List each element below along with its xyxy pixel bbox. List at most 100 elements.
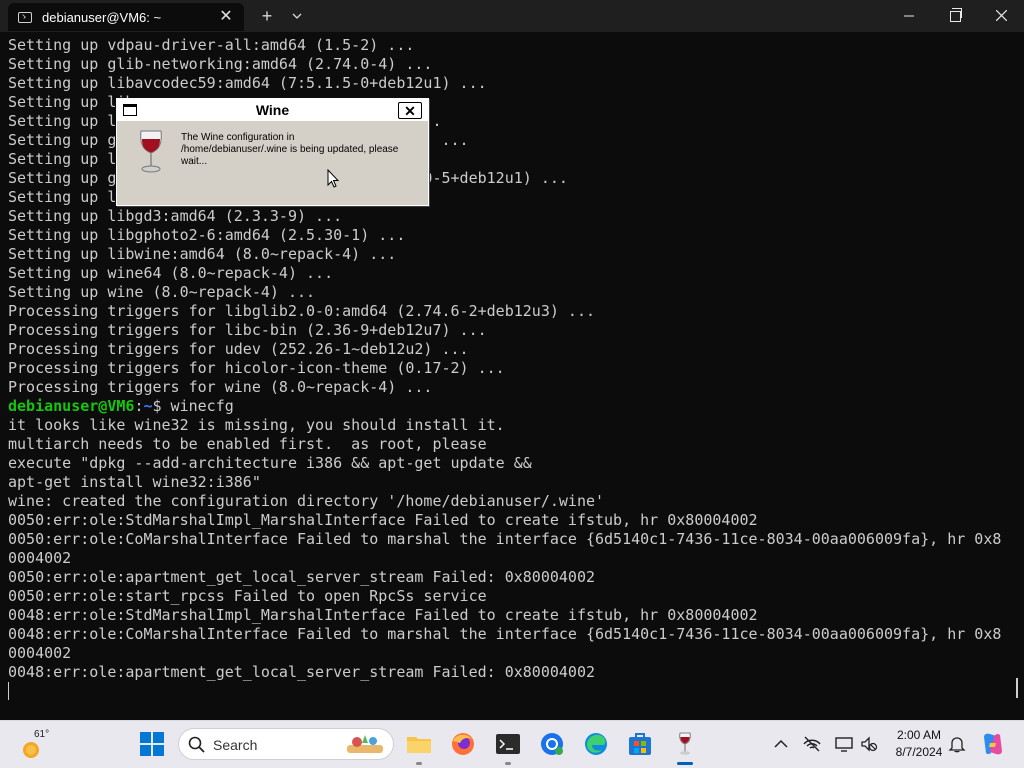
close-button[interactable]	[978, 0, 1024, 32]
terminal-line: execute "dpkg --add-architecture i386 &&…	[8, 454, 532, 472]
wine-dialog-message: The Wine configuration in /home/debianus…	[181, 132, 399, 167]
terminal-line: 0004002	[8, 549, 72, 567]
taskbar-search-box[interactable]: Search	[178, 728, 394, 760]
prompt-line: debianuser@VM6:~$ winecfg	[8, 397, 1024, 416]
wine-glass-icon	[679, 732, 691, 755]
terminal-lines-after: it looks like wine32 is missing, you sho…	[8, 416, 1024, 682]
chevron-down-icon	[292, 13, 302, 20]
terminal-line: Setting up libavcodec59:amd64 (7:5.1.5-0…	[8, 74, 487, 92]
prompt-user: debianuser@VM6	[8, 397, 135, 415]
tab-title: debianuser@VM6: ~	[42, 9, 162, 25]
display-status[interactable]	[835, 735, 853, 753]
terminal-line: Setting up wine64 (8.0~repack-4) ...	[8, 264, 334, 282]
terminal-line: 0050:err:ole:CoMarshalInterface Failed t…	[8, 530, 1002, 548]
terminal-line: Processing triggers for udev (252.26-1~d…	[8, 340, 469, 358]
network-status[interactable]	[803, 735, 821, 753]
firefox-icon	[452, 733, 474, 755]
clock-date: 8/7/2024	[895, 745, 943, 759]
wine-dialog-body: The Wine configuration in /home/debianus…	[117, 122, 428, 205]
active-indicator	[677, 762, 693, 765]
speaker-muted-icon	[861, 736, 878, 752]
terminal-line: it looks like wine32 is missing, you sho…	[8, 416, 505, 434]
taskbar-firefox[interactable]	[450, 731, 476, 757]
new-tab-button[interactable]: +	[252, 2, 282, 30]
copilot-button[interactable]	[980, 731, 1006, 757]
cursor-line	[8, 682, 1024, 701]
terminal-line: Setting up libwine:amd64 (8.0~repack-4) …	[8, 245, 397, 263]
search-highlight-icon	[347, 735, 383, 753]
tab-dropdown-button[interactable]	[282, 2, 312, 30]
search-icon	[188, 736, 205, 753]
notifications-button[interactable]	[948, 735, 966, 753]
terminal-line: Processing triggers for libc-bin (2.36-9…	[8, 321, 487, 339]
browser-icon	[541, 733, 563, 755]
taskbar-store[interactable]	[627, 731, 653, 757]
copilot-icon	[984, 733, 1002, 755]
minimize-button[interactable]	[886, 0, 932, 32]
close-icon	[995, 9, 1007, 22]
wine-glass-icon	[140, 130, 162, 173]
window-controls	[886, 0, 1024, 32]
wine-dialog-titlebar[interactable]: Wine ✕	[117, 99, 428, 122]
monitor-icon	[835, 737, 853, 752]
terminal-line: wine: created the configuration director…	[8, 492, 605, 510]
terminal-line: 0048:err:ole:apartment_get_local_server_…	[8, 663, 595, 681]
running-indicator	[505, 762, 511, 765]
restore-icon	[949, 8, 962, 22]
system-clock[interactable]: 2:00 AM 8/7/2024	[888, 727, 950, 761]
weather-widget[interactable]: 61°	[18, 729, 58, 763]
terminal-scrollbar[interactable]	[1016, 678, 1018, 698]
terminal-line: 0048:err:ole:CoMarshalInterface Failed t…	[8, 625, 1002, 643]
terminal-line: Setting up libgphoto2-6:amd64 (2.5.30-1)…	[8, 226, 406, 244]
weather-temperature: 61°	[34, 729, 50, 740]
terminal-line: Processing triggers for wine (8.0~repack…	[8, 378, 433, 396]
taskbar: 61° Search 2:00 AM 8/7/2024	[0, 720, 1024, 768]
prompt-command: $ winecfg	[152, 397, 234, 415]
weather-sun-icon	[23, 742, 39, 758]
windows-logo-icon	[140, 732, 164, 756]
taskbar-chrome[interactable]	[539, 731, 565, 757]
terminal-lines-before: Setting up vdpau-driver-all:amd64 (1.5-2…	[8, 36, 1024, 397]
terminal-line: Setting up vdpau-driver-all:amd64 (1.5-2…	[8, 36, 415, 54]
terminal-line: 0050:err:ole:start_rpcss Failed to open …	[8, 587, 487, 605]
show-hidden-icons-button[interactable]	[772, 735, 790, 753]
restore-button[interactable]	[932, 0, 978, 32]
store-icon	[629, 733, 651, 755]
clock-time: 2:00 AM	[896, 728, 942, 742]
terminal-line: 0050:err:ole:StdMarshalImpl_MarshalInter…	[8, 511, 758, 529]
terminal-icon	[18, 11, 32, 23]
terminal-line: multiarch needs to be enabled first. as …	[8, 435, 487, 453]
terminal-line: Setting up libgd3:amd64 (2.3.3-9) ...	[8, 207, 343, 225]
network-disconnected-icon	[803, 736, 821, 752]
taskbar-wine[interactable]	[672, 731, 698, 765]
bell-icon	[948, 737, 966, 753]
mouse-pointer-icon	[327, 169, 339, 188]
prompt-path: ~	[143, 397, 153, 415]
start-button[interactable]	[139, 731, 165, 757]
taskbar-file-explorer[interactable]	[406, 731, 432, 765]
tab-close-icon[interactable]: ✕	[216, 7, 236, 27]
terminal-line: apt-get install wine32:i386"	[8, 473, 261, 491]
edge-icon	[585, 733, 607, 755]
volume-status[interactable]	[860, 735, 878, 753]
terminal-line: Processing triggers for hicolor-icon-the…	[8, 359, 505, 377]
terminal-app-icon	[496, 734, 520, 754]
terminal-tab[interactable]: debianuser@VM6: ~ ✕	[8, 3, 244, 31]
wine-dialog-close-button[interactable]: ✕	[398, 102, 422, 119]
terminal-line: Setting up glib-networking:amd64 (2.74.0…	[8, 55, 433, 73]
taskbar-edge[interactable]	[583, 731, 609, 757]
wine-dialog: Wine ✕ The Wine configuration in /home/d…	[116, 98, 429, 206]
search-placeholder: Search	[213, 737, 258, 753]
running-indicator	[416, 762, 422, 765]
chevron-up-icon	[774, 739, 788, 748]
terminal-line: Setting up wine (8.0~repack-4) ...	[8, 283, 316, 301]
taskbar-terminal[interactable]	[495, 731, 521, 765]
minimize-icon	[904, 15, 914, 17]
terminal-line: 0004002	[8, 644, 72, 662]
text-cursor	[8, 682, 9, 700]
title-bar: debianuser@VM6: ~ ✕ +	[0, 0, 1024, 32]
folder-icon	[407, 737, 431, 753]
terminal-line: 0048:err:ole:StdMarshalImpl_MarshalInter…	[8, 606, 758, 624]
terminal-line: Processing triggers for libglib2.0-0:amd…	[8, 302, 595, 320]
terminal-line: 0050:err:ole:apartment_get_local_server_…	[8, 568, 595, 586]
